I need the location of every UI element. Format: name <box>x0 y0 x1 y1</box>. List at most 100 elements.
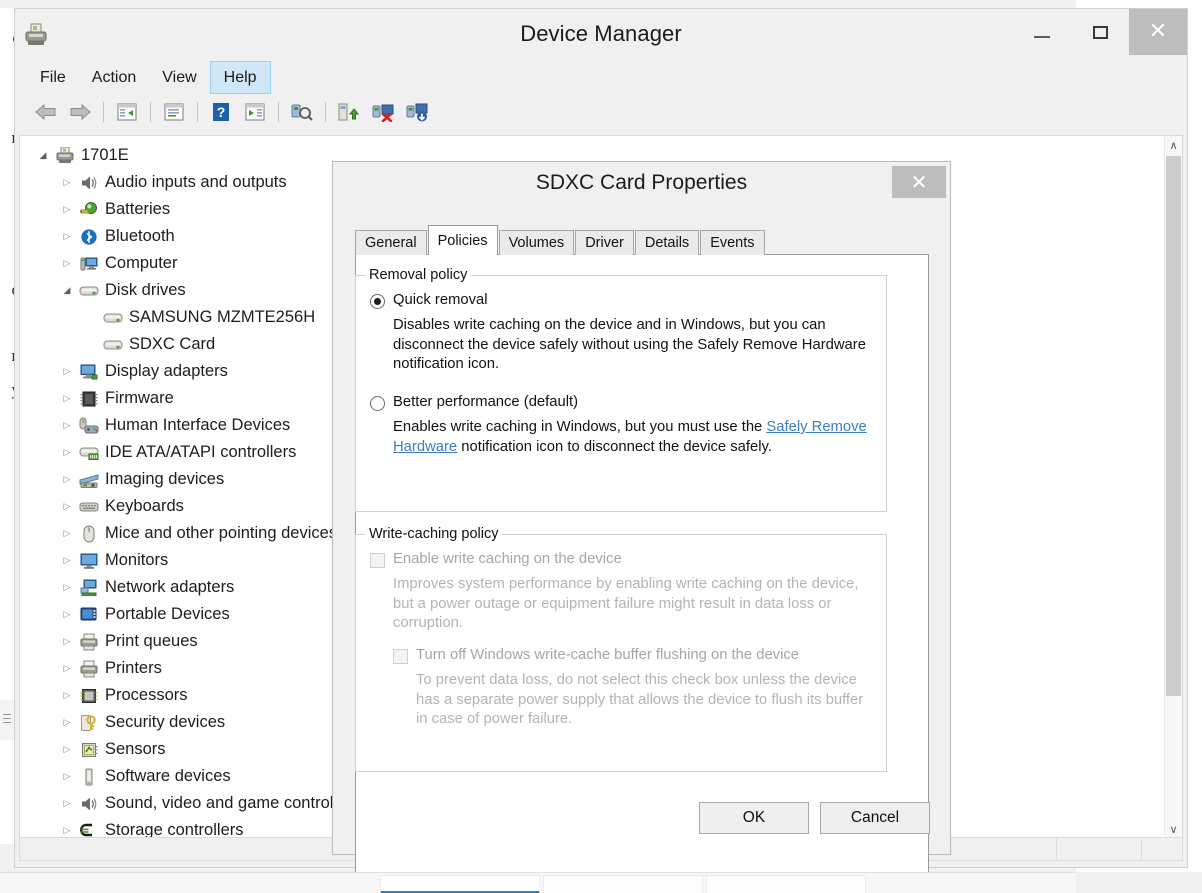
quick-removal-label: Quick removal <box>393 292 488 308</box>
twisty-collapsed-icon[interactable]: ▷ <box>56 501 78 512</box>
scroll-up-icon[interactable]: ∧ <box>1165 136 1182 154</box>
cancel-button[interactable]: Cancel <box>820 802 930 834</box>
disable-device-button[interactable] <box>366 97 400 127</box>
twisty-collapsed-icon[interactable]: ▷ <box>56 690 78 701</box>
better-performance-radio-row[interactable]: Better performance (default) <box>370 394 578 411</box>
dialog-title-bar[interactable]: SDXC Card Properties ✕ <box>333 162 950 208</box>
minimize-button[interactable] <box>1013 9 1071 55</box>
back-button[interactable] <box>29 97 63 127</box>
twisty-expanded-icon[interactable]: ◢ <box>32 150 54 161</box>
twisty-collapsed-icon[interactable]: ▷ <box>56 717 78 728</box>
tab-general[interactable]: General <box>355 230 427 255</box>
removal-policy-group: Removal policy Quick removal Disables wr… <box>355 267 887 512</box>
show-hide-console-tree-button[interactable] <box>110 97 144 127</box>
twisty-collapsed-icon[interactable]: ▷ <box>56 474 78 485</box>
taskbar <box>0 872 1076 893</box>
tree-item-label: Security devices <box>105 713 226 731</box>
scrollbar-thumb[interactable] <box>1166 156 1181 696</box>
dialog-close-button[interactable]: ✕ <box>892 166 946 198</box>
printer-icon <box>78 659 100 679</box>
background-window-scrollbar[interactable] <box>0 700 14 740</box>
quick-removal-radio[interactable] <box>370 294 385 309</box>
dialog-tabs: General Policies Volumes Driver Details … <box>355 225 766 255</box>
twisty-collapsed-icon[interactable]: ▷ <box>56 258 78 269</box>
portable-device-icon <box>78 605 100 625</box>
twisty-collapsed-icon[interactable]: ▷ <box>56 663 78 674</box>
quick-removal-description: Disables write caching on the device and… <box>393 317 866 373</box>
tree-item-label: Mice and other pointing devices <box>105 524 338 542</box>
twisty-collapsed-icon[interactable]: ▷ <box>56 744 78 755</box>
help-button[interactable]: ? <box>204 97 238 127</box>
forward-button[interactable] <box>63 97 97 127</box>
menu-view[interactable]: View <box>149 61 209 94</box>
disk-drive-icon <box>102 308 124 328</box>
twisty-collapsed-icon[interactable]: ▷ <box>56 231 78 242</box>
twisty-collapsed-icon[interactable]: ▷ <box>56 177 78 188</box>
show-details-pane-button[interactable] <box>238 97 272 127</box>
twisty-expanded-icon[interactable]: ◢ <box>56 285 78 296</box>
better-performance-description: Enables write caching in Windows, but yo… <box>393 418 871 457</box>
twisty-collapsed-icon[interactable]: ▷ <box>56 825 78 836</box>
turn-off-buffer-flushing-label: Turn off Windows write-cache buffer flus… <box>416 647 799 663</box>
quick-removal-radio-row[interactable]: Quick removal <box>370 292 488 309</box>
software-device-icon <box>78 767 100 787</box>
tree-item-label: Keyboards <box>105 497 184 515</box>
tree-item-label: Print queues <box>105 632 198 650</box>
title-bar[interactable]: Device Manager ✕ <box>15 9 1187 61</box>
twisty-collapsed-icon[interactable]: ▷ <box>56 582 78 593</box>
update-driver-button[interactable] <box>332 97 366 127</box>
enable-device-button[interactable] <box>400 97 434 127</box>
scroll-down-icon[interactable]: ∨ <box>1165 820 1182 838</box>
tree-item-label: Portable Devices <box>105 605 230 623</box>
enable-write-caching-row[interactable]: Enable write caching on the device <box>370 551 622 568</box>
menu-file[interactable]: File <box>27 61 79 94</box>
twisty-collapsed-icon[interactable]: ▷ <box>56 420 78 431</box>
tree-vertical-scrollbar[interactable]: ∧ ∨ <box>1164 136 1182 838</box>
properties-button[interactable] <box>157 97 191 127</box>
twisty-collapsed-icon[interactable]: ▷ <box>56 798 78 809</box>
tree-item-label: SAMSUNG MZMTE256H <box>129 308 316 326</box>
tab-policies[interactable]: Policies <box>427 225 498 255</box>
close-icon: ✕ <box>1148 19 1168 44</box>
tab-volumes[interactable]: Volumes <box>498 230 575 255</box>
taskbar-item-active[interactable] <box>380 875 540 893</box>
turn-off-buffer-flushing-row[interactable]: Turn off Windows write-cache buffer flus… <box>393 647 799 664</box>
twisty-collapsed-icon[interactable]: ▷ <box>56 609 78 620</box>
maximize-icon <box>1092 25 1108 39</box>
tree-item-label: Batteries <box>105 200 171 218</box>
tab-events[interactable]: Events <box>700 230 765 255</box>
toolbar: ? <box>15 94 1187 130</box>
turn-off-buffer-flushing-checkbox[interactable] <box>393 649 408 664</box>
twisty-collapsed-icon[interactable]: ▷ <box>56 366 78 377</box>
tree-item-label: Audio inputs and outputs <box>105 173 287 191</box>
tab-driver[interactable]: Driver <box>575 230 634 255</box>
better-performance-label: Better performance (default) <box>393 394 579 410</box>
twisty-collapsed-icon[interactable]: ▷ <box>56 636 78 647</box>
twisty-collapsed-icon[interactable]: ▷ <box>56 771 78 782</box>
taskbar-item[interactable] <box>706 875 866 893</box>
tree-item-label: Sensors <box>105 740 166 758</box>
menu-action[interactable]: Action <box>79 61 149 94</box>
twisty-collapsed-icon[interactable]: ▷ <box>56 393 78 404</box>
enable-write-caching-label: Enable write caching on the device <box>393 551 622 567</box>
firmware-chip-icon <box>78 389 100 409</box>
close-button[interactable]: ✕ <box>1129 9 1187 55</box>
ok-button[interactable]: OK <box>699 802 809 834</box>
disk-drive-icon <box>78 281 100 301</box>
menu-help[interactable]: Help <box>209 61 271 94</box>
toolbar-separator <box>103 102 104 122</box>
tab-details[interactable]: Details <box>634 230 700 255</box>
twisty-collapsed-icon[interactable]: ▷ <box>56 204 78 215</box>
sensor-icon <box>78 740 100 760</box>
twisty-collapsed-icon[interactable]: ▷ <box>56 528 78 539</box>
taskbar-item[interactable] <box>543 875 703 893</box>
twisty-collapsed-icon[interactable]: ▷ <box>56 447 78 458</box>
better-performance-radio[interactable] <box>370 396 385 411</box>
enable-write-caching-checkbox[interactable] <box>370 553 385 568</box>
maximize-button[interactable] <box>1071 9 1129 55</box>
tree-item-label: Firmware <box>105 389 174 407</box>
window-title: Device Manager <box>520 21 682 46</box>
security-key-icon <box>78 713 100 733</box>
twisty-collapsed-icon[interactable]: ▷ <box>56 555 78 566</box>
scan-for-hardware-changes-button[interactable] <box>285 97 319 127</box>
